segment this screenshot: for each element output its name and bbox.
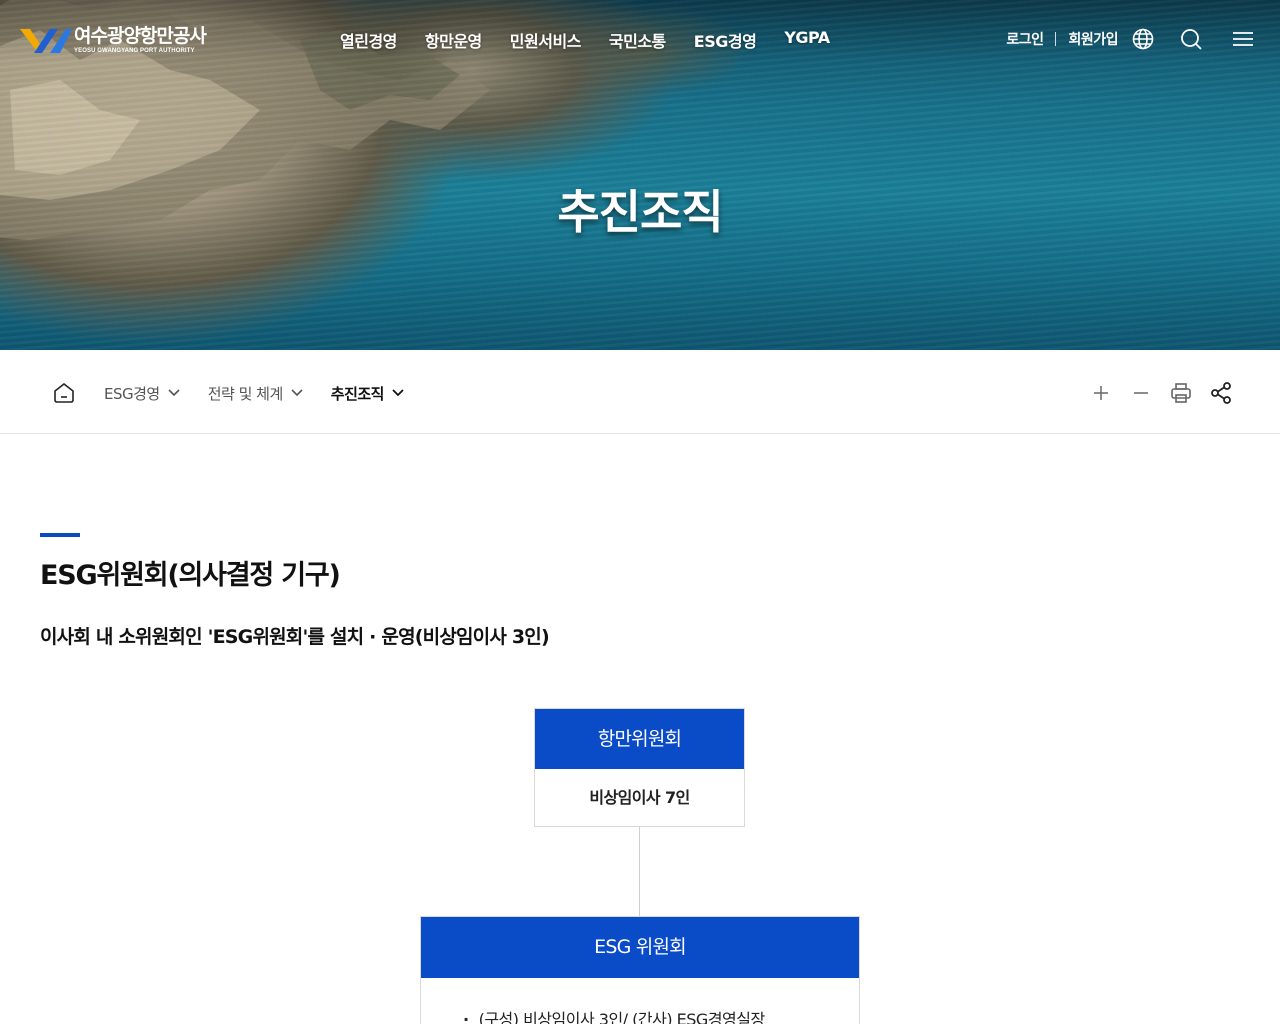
page-title: 추진조직 [557, 185, 723, 239]
org-box-title: ESG 위원회 [421, 917, 859, 978]
breadcrumb-label: 추진조직 [330, 384, 385, 403]
util-divider [1055, 32, 1057, 46]
zoom-out-icon[interactable] [1128, 380, 1154, 406]
utility-nav: 로그인 회원가입 [1006, 26, 1256, 52]
section-title: ESG위원회(의사결정 기구) [40, 560, 341, 591]
site-logo[interactable]: 여수광양항만공사 YEOSU GWANGYANG PORT AUTHORITY [20, 24, 207, 55]
org-box-list: (구성) 비상임이사 3인/ (간사) ESG경영실장 [421, 978, 859, 1024]
breadcrumb-item-esg[interactable]: ESG경영 [104, 383, 180, 404]
location-bar: ESG경영 전략 및 체계 추진조직 [0, 350, 1280, 434]
page-tools [1074, 380, 1234, 406]
org-box-body: 비상임이사 7인 [589, 788, 690, 807]
org-box-title: 항만위원회 [535, 709, 744, 769]
section-accent-bar [40, 533, 80, 537]
gnb-item-open-management[interactable]: 열린경영 [340, 28, 397, 52]
globe-icon[interactable] [1130, 26, 1156, 52]
global-nav: 열린경영 항만운영 민원서비스 국민소통 ESG경영 YGPA [340, 28, 858, 52]
share-icon[interactable] [1208, 380, 1234, 406]
login-link[interactable]: 로그인 [1006, 29, 1044, 49]
zoom-in-icon[interactable] [1088, 380, 1114, 406]
org-connector-line [639, 827, 640, 917]
gnb-item-public-communication[interactable]: 국민소통 [609, 28, 666, 52]
chevron-down-icon [291, 389, 303, 397]
gnb-item-port-operation[interactable]: 항만운영 [425, 28, 482, 52]
menu-icon[interactable] [1230, 26, 1256, 52]
print-icon[interactable] [1168, 380, 1194, 406]
gnb-item-civil-service[interactable]: 민원서비스 [510, 28, 582, 52]
org-box-port-committee: 항만위원회 비상임이사 7인 [534, 708, 745, 827]
logo-mark-icon [20, 29, 72, 53]
chevron-down-icon [168, 389, 180, 397]
section-description: 이사회 내 소위원회인 'ESG위원회'를 설치 · 운영(비상임이사 3인) [40, 626, 550, 648]
join-link[interactable]: 회원가입 [1068, 29, 1118, 49]
hero-banner: 여수광양항만공사 YEOSU GWANGYANG PORT AUTHORITY … [0, 0, 1280, 350]
chevron-down-icon [392, 389, 404, 397]
org-box-list-item: (구성) 비상임이사 3인/ (간사) ESG경영실장 [463, 1006, 859, 1024]
breadcrumb-label: 전략 및 체계 [207, 384, 284, 403]
breadcrumb: ESG경영 전략 및 체계 추진조직 [50, 379, 404, 407]
org-box-esg-committee: ESG 위원회 (구성) 비상임이사 3인/ (간사) ESG경영실장 [420, 916, 860, 1024]
home-icon[interactable] [50, 379, 78, 407]
gnb-item-esg[interactable]: ESG경영 [694, 28, 757, 52]
logo-name-en: YEOSU GWANGYANG PORT AUTHORITY [74, 47, 195, 54]
breadcrumb-item-current[interactable]: 추진조직 [331, 383, 404, 404]
breadcrumb-label: ESG경영 [104, 384, 160, 403]
search-icon[interactable] [1178, 26, 1204, 52]
breadcrumb-item-strategy[interactable]: 전략 및 체계 [208, 383, 303, 404]
gnb-item-ygpa[interactable]: YGPA [784, 28, 830, 52]
logo-name-kr: 여수광양항만공사 [74, 24, 207, 47]
